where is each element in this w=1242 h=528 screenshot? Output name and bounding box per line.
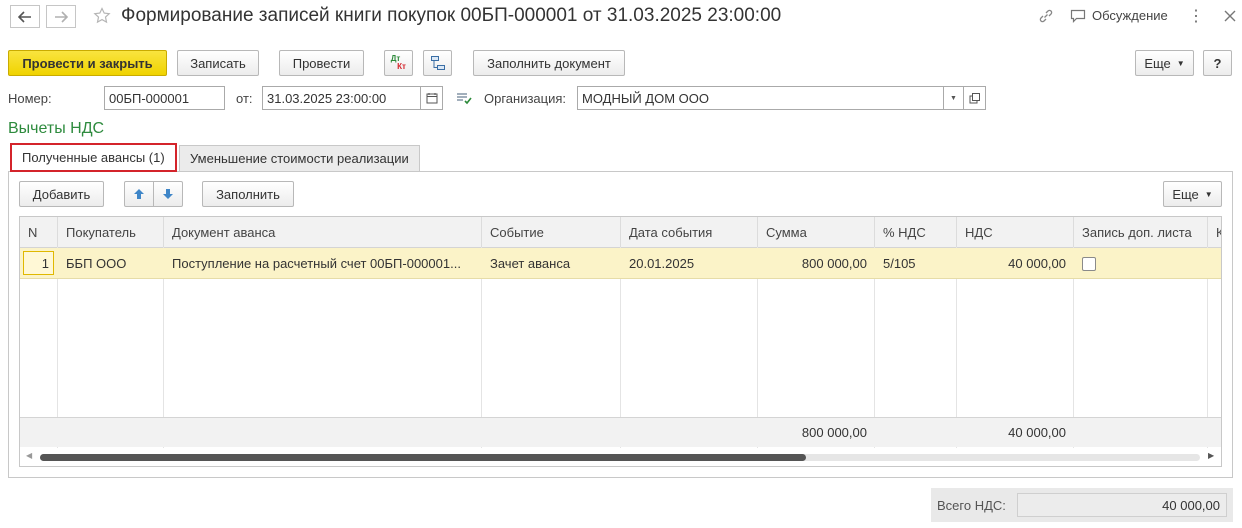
column-header-buyer[interactable]: Покупатель bbox=[58, 217, 164, 247]
column-header-event[interactable]: Событие bbox=[482, 217, 621, 247]
extra-sheet-checkbox[interactable] bbox=[1082, 257, 1096, 271]
back-button[interactable] bbox=[10, 5, 40, 28]
favorite-star-button[interactable] bbox=[92, 6, 112, 26]
kt-icon-label: Кт bbox=[397, 62, 406, 71]
date-label: от: bbox=[236, 91, 253, 106]
more-button[interactable]: Еще ▼ bbox=[1135, 50, 1194, 76]
fill-document-button[interactable]: Заполнить документ bbox=[473, 50, 625, 76]
number-field[interactable] bbox=[104, 86, 225, 110]
amount-cell[interactable]: 800 000,00 bbox=[758, 248, 875, 278]
column-header-extra-sheet[interactable]: Запись доп. листа bbox=[1074, 217, 1208, 247]
table-header: N Покупатель Документ аванса Событие Дат… bbox=[20, 217, 1221, 248]
add-button[interactable]: Добавить bbox=[19, 181, 104, 207]
arrow-down-icon bbox=[163, 189, 173, 199]
dt-kt-button[interactable]: Дт Кт bbox=[384, 50, 413, 76]
calendar-button[interactable] bbox=[421, 86, 443, 110]
link-button[interactable] bbox=[1036, 7, 1056, 25]
scroll-right-icon[interactable]: ▶ bbox=[1208, 451, 1214, 460]
post-button[interactable]: Провести bbox=[279, 50, 364, 76]
arrow-left-icon bbox=[18, 10, 31, 23]
more-label: Еще bbox=[1172, 186, 1199, 202]
advances-table[interactable]: N Покупатель Документ аванса Событие Дат… bbox=[19, 216, 1222, 467]
status-button[interactable] bbox=[455, 90, 473, 106]
column-header-n[interactable]: N bbox=[20, 217, 58, 247]
chat-icon bbox=[1070, 9, 1086, 23]
move-down-button[interactable] bbox=[153, 181, 183, 207]
total-vat-value: 40 000,00 bbox=[1017, 493, 1227, 517]
organization-dropdown-button[interactable]: ▼ bbox=[944, 86, 964, 110]
arrow-up-icon bbox=[134, 189, 144, 199]
vertical-dots-icon: ⋮ bbox=[1188, 8, 1204, 25]
total-vat-label: Всего НДС: bbox=[937, 498, 1006, 513]
column-header-amount[interactable]: Сумма bbox=[758, 217, 875, 247]
column-header-advance-document[interactable]: Документ аванса bbox=[164, 217, 482, 247]
vat-cell[interactable]: 40 000,00 bbox=[957, 248, 1074, 278]
chevron-down-icon: ▼ bbox=[1176, 58, 1185, 68]
move-up-button[interactable] bbox=[124, 181, 154, 207]
column-header-vat[interactable]: НДС bbox=[957, 217, 1074, 247]
totals-row: 800 000,00 40 000,00 bbox=[20, 417, 1221, 447]
document-check-icon bbox=[457, 93, 472, 105]
table-more-button[interactable]: Еще ▼ bbox=[1163, 181, 1222, 207]
forward-button[interactable] bbox=[46, 5, 76, 28]
link-icon bbox=[1039, 9, 1053, 23]
more-label: Еще bbox=[1144, 55, 1171, 71]
window-title: Формирование записей книги покупок 00БП-… bbox=[121, 5, 782, 26]
event-date-cell[interactable]: 20.01.2025 bbox=[621, 248, 758, 278]
hierarchy-icon bbox=[430, 56, 445, 70]
organization-field[interactable] bbox=[577, 86, 944, 110]
scrollbar-thumb[interactable] bbox=[40, 454, 806, 461]
column-header-event-date[interactable]: Дата события bbox=[621, 217, 758, 247]
column-header-vat-rate[interactable]: % НДС bbox=[875, 217, 957, 247]
table-row[interactable]: 1 ББП ООО Поступление на расчетный счет … bbox=[20, 248, 1221, 279]
open-window-icon bbox=[969, 92, 980, 103]
discussion-button[interactable]: Обсуждение bbox=[1070, 8, 1168, 23]
star-icon bbox=[93, 7, 111, 24]
help-button[interactable]: ? bbox=[1203, 50, 1232, 76]
column-header-k[interactable]: К bbox=[1208, 217, 1221, 247]
total-vat-cell: 40 000,00 bbox=[1008, 425, 1066, 440]
organization-open-button[interactable] bbox=[964, 86, 986, 110]
section-title: Вычеты НДС bbox=[8, 120, 105, 137]
date-field[interactable] bbox=[262, 86, 421, 110]
close-icon bbox=[1224, 10, 1236, 22]
tab-received-advances[interactable]: Полученные авансы (1) bbox=[10, 143, 177, 172]
close-button[interactable] bbox=[1222, 7, 1238, 25]
calendar-icon bbox=[426, 93, 437, 104]
row-number-cell[interactable]: 1 bbox=[23, 251, 54, 275]
vat-rate-cell[interactable]: 5/105 bbox=[875, 248, 957, 278]
fill-button[interactable]: Заполнить bbox=[202, 181, 294, 207]
number-label: Номер: bbox=[8, 91, 52, 106]
chevron-down-icon: ▼ bbox=[1204, 189, 1213, 199]
organization-label: Организация: bbox=[484, 91, 567, 106]
post-and-close-button[interactable]: Провести и закрыть bbox=[8, 50, 167, 76]
tab-reduction-of-sales-cost[interactable]: Уменьшение стоимости реализации bbox=[179, 145, 420, 171]
buyer-cell[interactable]: ББП ООО bbox=[58, 248, 164, 278]
scroll-left-icon[interactable]: ◀ bbox=[26, 451, 32, 460]
arrow-right-icon bbox=[55, 10, 68, 23]
total-amount-cell: 800 000,00 bbox=[801, 425, 867, 440]
discussion-label: Обсуждение bbox=[1092, 8, 1168, 23]
structure-button[interactable] bbox=[423, 50, 452, 76]
save-button[interactable]: Записать bbox=[177, 50, 259, 76]
chevron-down-icon: ▼ bbox=[950, 94, 957, 102]
advance-document-cell[interactable]: Поступление на расчетный счет 00БП-00000… bbox=[164, 248, 482, 278]
event-cell[interactable]: Зачет аванса bbox=[482, 248, 621, 278]
horizontal-scrollbar[interactable]: ◀ ▶ bbox=[20, 448, 1221, 466]
more-menu-button[interactable]: ⋮ bbox=[1188, 6, 1204, 26]
